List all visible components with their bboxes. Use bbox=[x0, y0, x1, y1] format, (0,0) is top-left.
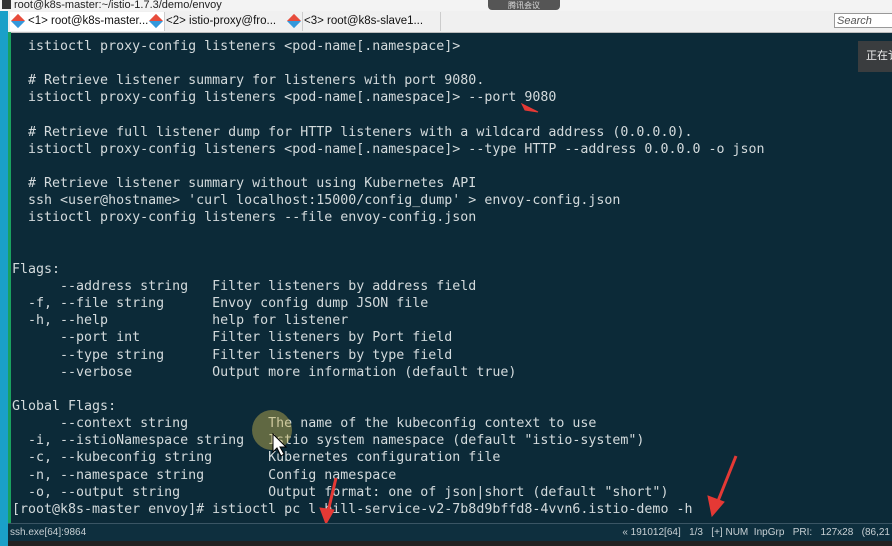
tab-icon bbox=[286, 13, 302, 29]
terminal-output[interactable]: istioctl proxy-config listeners <pod-nam… bbox=[11, 33, 892, 523]
terminal-line: Flags: bbox=[12, 261, 61, 277]
app-icon bbox=[2, 0, 11, 9]
tab-3[interactable]: <3> root@k8s-slave1... bbox=[286, 12, 441, 31]
taskbar-strip bbox=[8, 541, 892, 546]
tab-label: <2> istio-proxy@fro... bbox=[166, 15, 277, 27]
tab-1[interactable]: <1> root@k8s-master... bbox=[10, 12, 165, 31]
terminal-line: # Retrieve listener summary for listener… bbox=[12, 73, 485, 89]
terminal-line: -c, --kubeconfig string Kubernetes confi… bbox=[12, 450, 501, 466]
terminal-line: istioctl proxy-config listeners <pod-nam… bbox=[12, 39, 461, 54]
status-info: « 191012[64] 1/3 [+] NUM InpGrp PRI: 127… bbox=[622, 527, 890, 538]
window-title-bar: root@k8s-master:~/istio-1.7.3/demo/envoy bbox=[0, 0, 892, 11]
terminal-line: istioctl proxy-config listeners <pod-nam… bbox=[12, 141, 765, 157]
terminal-line: istioctl proxy-config listeners <pod-nam… bbox=[12, 90, 557, 106]
terminal-line: istioctl proxy-config listeners --file e… bbox=[12, 210, 477, 226]
tab-label: <3> root@k8s-slave1... bbox=[304, 15, 424, 27]
terminal-line: -f, --file string Envoy config dump JSON… bbox=[12, 296, 429, 312]
tab-2[interactable]: <2> istio-proxy@fro... bbox=[148, 12, 303, 31]
tab-icon bbox=[10, 13, 26, 29]
terminal-line: --port int Filter listeners by Port fiel… bbox=[12, 330, 453, 346]
terminal-line: # Retrieve full listener dump for HTTP l… bbox=[12, 124, 693, 140]
status-bar: ssh.exe[64]:9864 « 191012[64] 1/3 [+] NU… bbox=[8, 523, 892, 542]
terminal-line: --type string Filter listeners by type f… bbox=[12, 347, 453, 363]
status-process: ssh.exe[64]:9864 bbox=[10, 527, 87, 538]
terminal-line: ssh <user@hostname> 'curl localhost:1500… bbox=[12, 193, 621, 209]
tab-bar: <1> root@k8s-master... <2> istio-proxy@f… bbox=[8, 11, 892, 33]
terminal-line: Global Flags: bbox=[12, 398, 117, 414]
tab-label: <1> root@k8s-master... bbox=[28, 15, 149, 27]
tab-icon bbox=[148, 13, 164, 29]
terminal-line: --address string Filter listeners by add… bbox=[12, 278, 477, 294]
meeting-overlay: 正在讠 bbox=[858, 41, 892, 72]
meeting-badge[interactable]: 腾讯会议 bbox=[488, 0, 560, 10]
terminal-line: -h, --help help for listener bbox=[12, 313, 349, 329]
terminal-line: --context string The name of the kubecon… bbox=[12, 416, 597, 432]
window-title: root@k8s-master:~/istio-1.7.3/demo/envoy bbox=[14, 0, 222, 11]
cursor-highlight bbox=[252, 410, 292, 450]
terminal-line: # Retrieve listener summary without usin… bbox=[12, 176, 477, 192]
left-edge bbox=[0, 11, 8, 546]
terminal-line: -n, --namespace string Config namespace bbox=[12, 467, 397, 483]
terminal-line: -i, --istioNamespace string Istio system… bbox=[12, 433, 645, 449]
terminal-line: --verbose Output more information (defau… bbox=[12, 364, 517, 380]
terminal-line: [root@k8s-master envoy]# istioctl pc l b… bbox=[12, 501, 693, 517]
search-input[interactable]: Search bbox=[834, 13, 892, 28]
terminal-line: -o, --output string Output format: one o… bbox=[12, 484, 669, 500]
